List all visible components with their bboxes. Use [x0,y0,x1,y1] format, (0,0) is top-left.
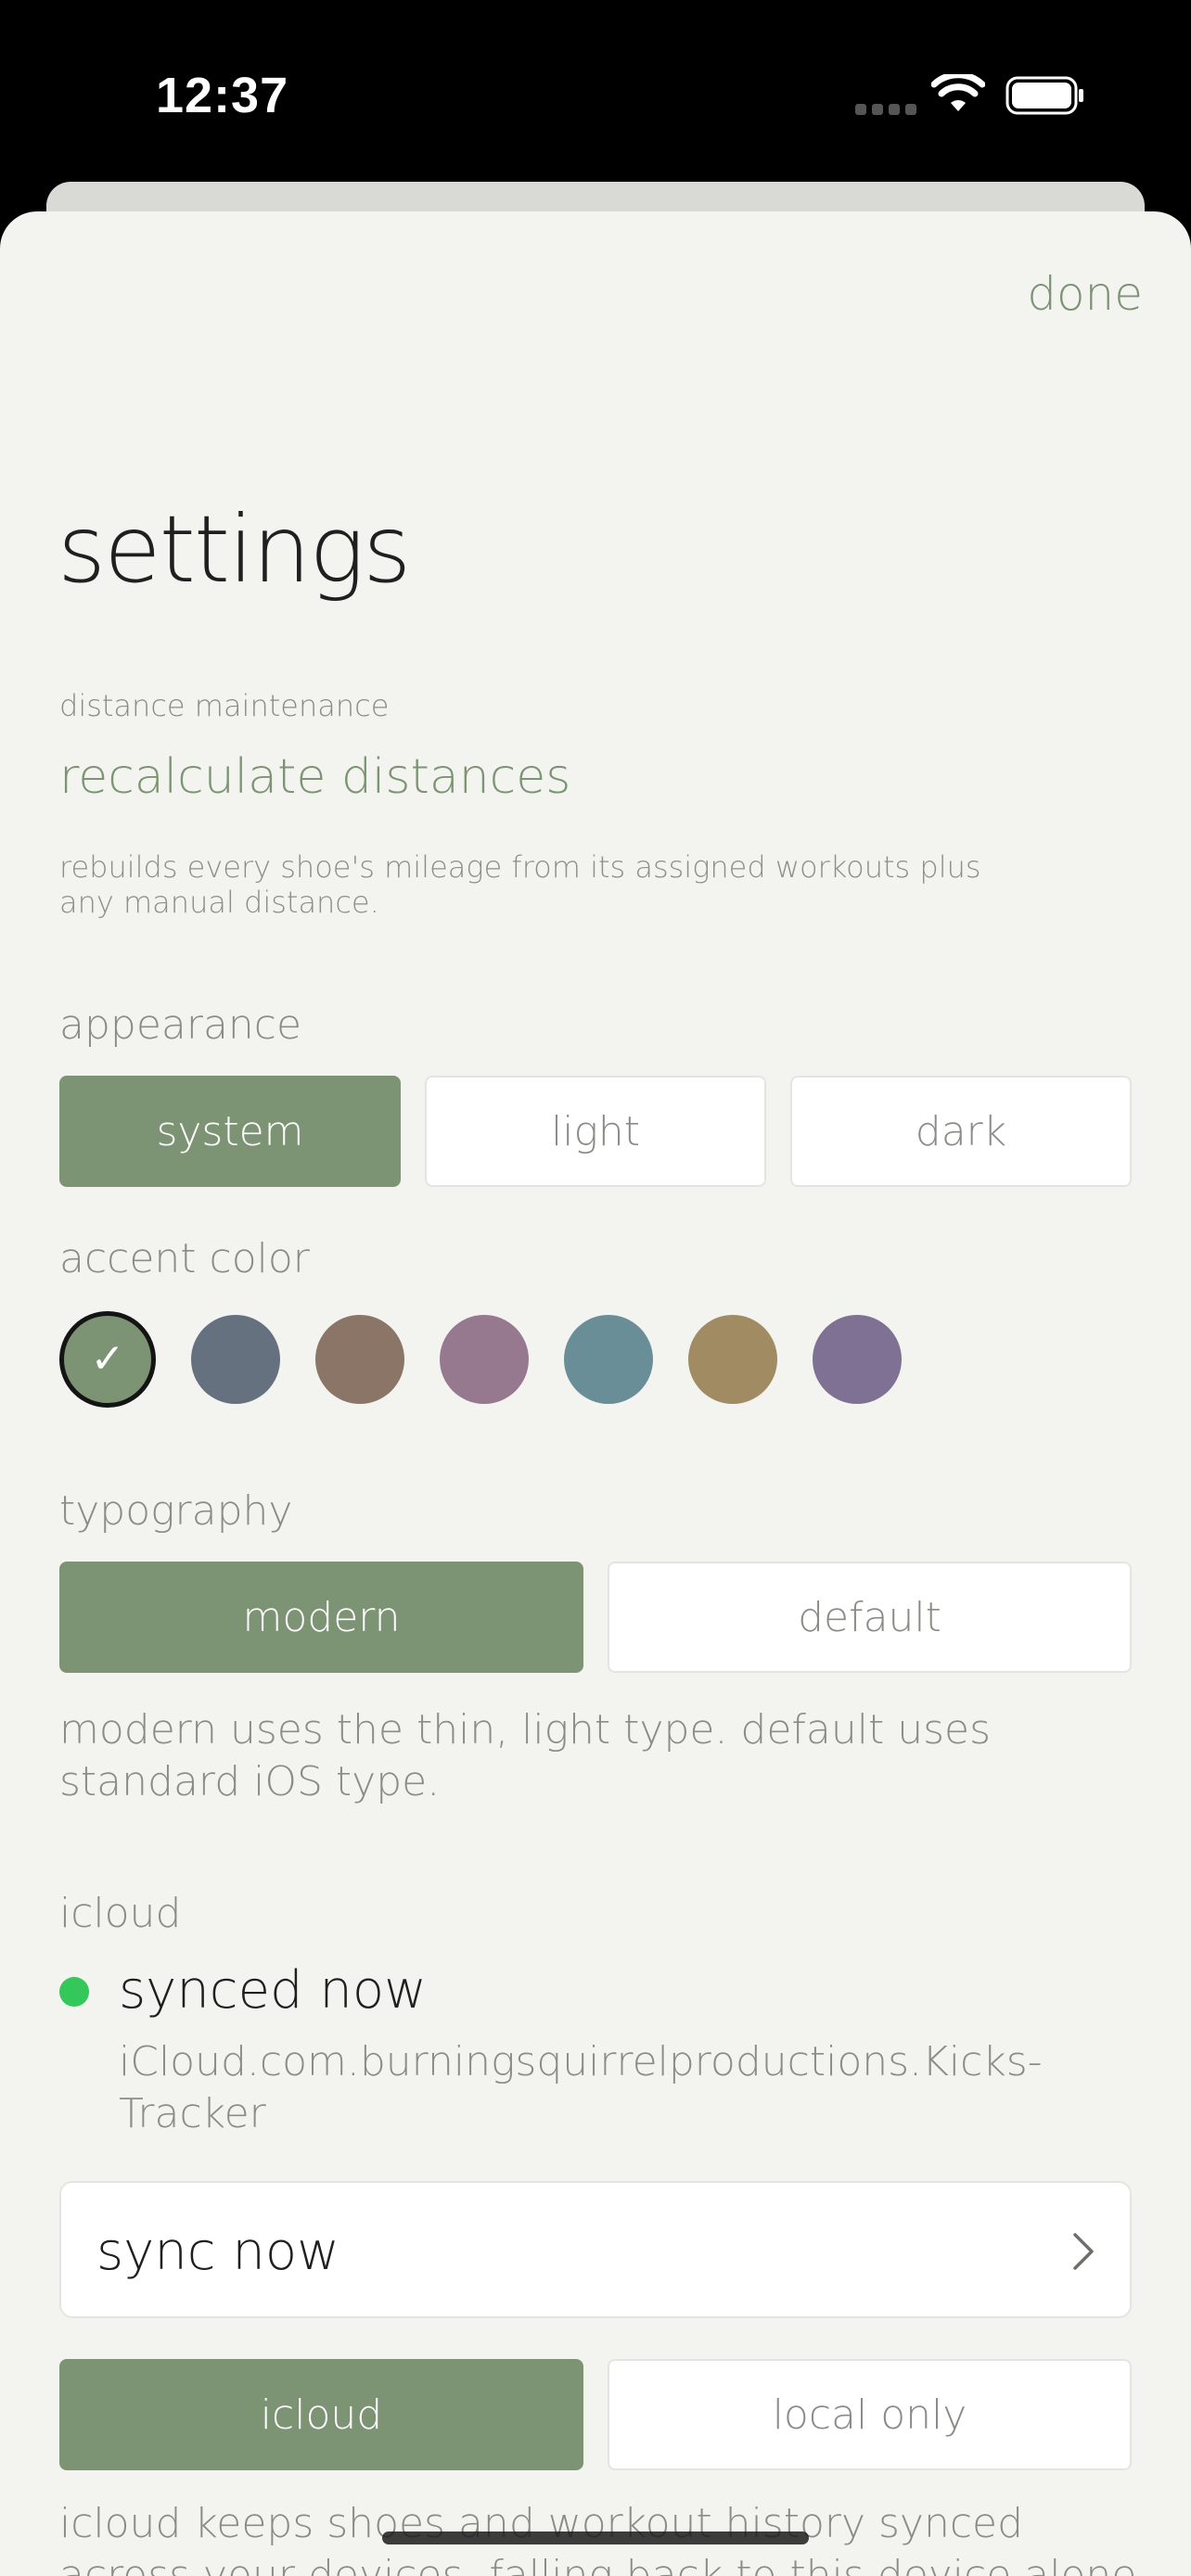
storage-option-local-only[interactable]: local only [608,2359,1132,2470]
icloud-container-id: iCloud.com.burningsquirrelproductions.Ki… [119,2038,1043,2137]
accent-swatch-sage[interactable]: ✓ [59,1311,156,1408]
status-time: 12:37 [156,68,289,123]
appearance-segmented-control: system light dark [59,1076,1132,1187]
recalculate-distances-button[interactable]: recalculate distances [59,749,570,805]
accent-color-swatches: ✓ [59,1311,902,1408]
chevron-right-icon [1073,2233,1094,2270]
typography-segmented-control: modern default [59,1562,1132,1673]
accent-color-label: accent color [59,1235,310,1282]
typography-option-default[interactable]: default [608,1562,1132,1673]
home-indicator [382,2531,809,2544]
sync-status-indicator [59,1977,89,2007]
checkmark-icon: ✓ [90,1335,125,1383]
icloud-label: icloud [59,1890,182,1937]
accent-swatch-taupe[interactable] [315,1315,404,1404]
appearance-option-system[interactable]: system [59,1076,401,1187]
appearance-option-dark[interactable]: dark [790,1076,1132,1187]
status-bar: 12:37 [0,0,1191,185]
appearance-label: appearance [59,1001,302,1049]
storage-option-icloud[interactable]: icloud [59,2359,583,2470]
wifi-icon [931,74,985,111]
typography-help-text: modern uses the thin, light type. defaul… [59,1706,992,1805]
cellular-signal-icon [855,104,916,115]
accent-swatch-teal[interactable] [564,1315,653,1404]
sync-now-label: sync now [96,2222,339,2282]
accent-swatch-ochre[interactable] [688,1315,777,1404]
storage-mode-segmented-control: icloud local only [59,2359,1132,2470]
done-button[interactable]: done [1027,267,1143,321]
recalculate-help-text: rebuilds every shoe's mileage from its a… [59,849,981,920]
accent-swatch-slate[interactable] [191,1315,280,1404]
distance-maintenance-caption: distance maintenance [59,688,390,723]
typography-option-modern[interactable]: modern [59,1562,583,1673]
appearance-option-light[interactable]: light [425,1076,766,1187]
sync-now-button[interactable]: sync now [59,2181,1132,2318]
typography-label: typography [59,1487,293,1535]
accent-swatch-mauve[interactable] [440,1315,529,1404]
battery-icon [1005,76,1083,115]
settings-sheet: done settings distance maintenance recal… [0,211,1191,2576]
accent-swatch-lavender[interactable] [813,1315,902,1404]
sync-status-text: synced now [119,1960,427,2021]
page-title: settings [58,495,411,604]
